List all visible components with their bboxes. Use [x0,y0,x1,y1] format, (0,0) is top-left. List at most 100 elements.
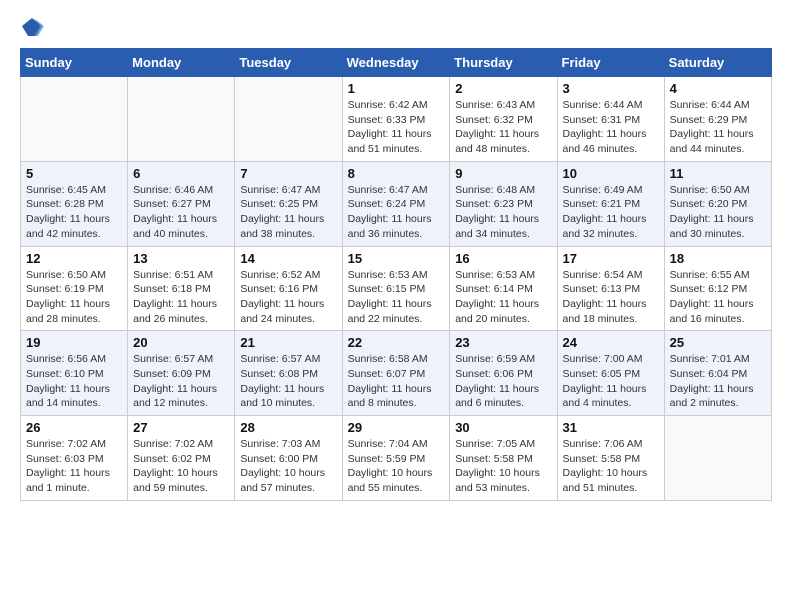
calendar-day-cell: 17 Sunrise: 6:54 AM Sunset: 6:13 PM Dayli… [557,246,664,331]
calendar-day-cell: 8 Sunrise: 6:47 AM Sunset: 6:24 PM Daylig… [342,161,450,246]
day-info: Sunrise: 6:50 AM Sunset: 6:19 PM Dayligh… [26,268,122,327]
day-number: 8 [348,166,445,181]
calendar-week-row: 26 Sunrise: 7:02 AM Sunset: 6:03 PM Dayli… [21,416,772,501]
day-number: 2 [455,81,551,96]
calendar-day-cell: 7 Sunrise: 6:47 AM Sunset: 6:25 PM Daylig… [235,161,342,246]
calendar-day-cell: 25 Sunrise: 7:01 AM Sunset: 6:04 PM Dayli… [664,331,771,416]
calendar-day-cell: 31 Sunrise: 7:06 AM Sunset: 5:58 PM Dayli… [557,416,664,501]
day-number: 21 [240,335,336,350]
day-info: Sunrise: 7:04 AM Sunset: 5:59 PM Dayligh… [348,437,445,496]
day-number: 10 [563,166,659,181]
calendar-day-cell: 16Sunrise: 6:53 AM Sunset: 6:14 PM Dayli… [450,246,557,331]
calendar-day-cell: 30 Sunrise: 7:05 AM Sunset: 5:58 PM Dayli… [450,416,557,501]
day-info: Sunrise: 6:50 AM Sunset: 6:20 PM Dayligh… [670,183,766,242]
day-of-week-header: Sunday [21,49,128,77]
day-info: Sunrise: 6:45 AM Sunset: 6:28 PM Dayligh… [26,183,122,242]
calendar-day-cell [128,77,235,162]
logo [20,16,44,38]
day-info: Sunrise: 6:57 AM Sunset: 6:08 PM Dayligh… [240,352,336,411]
day-number: 17 [563,251,659,266]
calendar-day-cell: 15 Sunrise: 6:53 AM Sunset: 6:15 PM Dayli… [342,246,450,331]
calendar-day-cell: 14 Sunrise: 6:52 AM Sunset: 6:16 PM Dayli… [235,246,342,331]
calendar-week-row: 5 Sunrise: 6:45 AM Sunset: 6:28 PM Daylig… [21,161,772,246]
calendar-header-row: SundayMondayTuesdayWednesdayThursdayFrid… [21,49,772,77]
calendar-day-cell: 9 Sunrise: 6:48 AM Sunset: 6:23 PM Daylig… [450,161,557,246]
day-info: Sunrise: 6:59 AM Sunset: 6:06 PM Dayligh… [455,352,551,411]
day-number: 16 [455,251,551,266]
day-of-week-header: Thursday [450,49,557,77]
day-of-week-header: Tuesday [235,49,342,77]
day-number: 14 [240,251,336,266]
day-info: Sunrise: 6:49 AM Sunset: 6:21 PM Dayligh… [563,183,659,242]
day-info: Sunrise: 6:46 AM Sunset: 6:27 PM Dayligh… [133,183,229,242]
day-info: Sunrise: 6:43 AM Sunset: 6:32 PM Dayligh… [455,98,551,157]
day-number: 22 [348,335,445,350]
calendar-week-row: 1Sunrise: 6:42 AM Sunset: 6:33 PM Daylig… [21,77,772,162]
calendar-week-row: 12Sunrise: 6:50 AM Sunset: 6:19 PM Dayli… [21,246,772,331]
day-number: 4 [670,81,766,96]
calendar-day-cell: 12Sunrise: 6:50 AM Sunset: 6:19 PM Dayli… [21,246,128,331]
day-number: 23 [455,335,551,350]
main-container: SundayMondayTuesdayWednesdayThursdayFrid… [0,0,792,517]
day-of-week-header: Friday [557,49,664,77]
day-info: Sunrise: 6:57 AM Sunset: 6:09 PM Dayligh… [133,352,229,411]
calendar-day-cell [235,77,342,162]
day-number: 19 [26,335,122,350]
day-info: Sunrise: 7:00 AM Sunset: 6:05 PM Dayligh… [563,352,659,411]
calendar-day-cell: 28Sunrise: 7:03 AM Sunset: 6:00 PM Dayli… [235,416,342,501]
day-info: Sunrise: 6:47 AM Sunset: 6:24 PM Dayligh… [348,183,445,242]
day-info: Sunrise: 6:53 AM Sunset: 6:15 PM Dayligh… [348,268,445,327]
calendar-week-row: 19 Sunrise: 6:56 AM Sunset: 6:10 PM Dayli… [21,331,772,416]
calendar-day-cell: 23 Sunrise: 6:59 AM Sunset: 6:06 PM Dayli… [450,331,557,416]
calendar-day-cell: 13 Sunrise: 6:51 AM Sunset: 6:18 PM Dayli… [128,246,235,331]
day-info: Sunrise: 6:42 AM Sunset: 6:33 PM Dayligh… [348,98,445,157]
calendar-day-cell: 18 Sunrise: 6:55 AM Sunset: 6:12 PM Dayli… [664,246,771,331]
day-number: 24 [563,335,659,350]
day-info: Sunrise: 6:47 AM Sunset: 6:25 PM Dayligh… [240,183,336,242]
day-number: 26 [26,420,122,435]
day-info: Sunrise: 7:02 AM Sunset: 6:02 PM Dayligh… [133,437,229,496]
day-info: Sunrise: 7:01 AM Sunset: 6:04 PM Dayligh… [670,352,766,411]
day-number: 25 [670,335,766,350]
day-info: Sunrise: 6:58 AM Sunset: 6:07 PM Dayligh… [348,352,445,411]
calendar-day-cell: 19 Sunrise: 6:56 AM Sunset: 6:10 PM Dayli… [21,331,128,416]
calendar-day-cell: 27Sunrise: 7:02 AM Sunset: 6:02 PM Dayli… [128,416,235,501]
day-info: Sunrise: 6:52 AM Sunset: 6:16 PM Dayligh… [240,268,336,327]
calendar-day-cell: 21 Sunrise: 6:57 AM Sunset: 6:08 PM Dayli… [235,331,342,416]
day-number: 18 [670,251,766,266]
day-number: 9 [455,166,551,181]
calendar-day-cell: 20 Sunrise: 6:57 AM Sunset: 6:09 PM Dayli… [128,331,235,416]
calendar-day-cell: 5 Sunrise: 6:45 AM Sunset: 6:28 PM Daylig… [21,161,128,246]
calendar-day-cell [21,77,128,162]
day-info: Sunrise: 6:51 AM Sunset: 6:18 PM Dayligh… [133,268,229,327]
day-info: Sunrise: 6:56 AM Sunset: 6:10 PM Dayligh… [26,352,122,411]
calendar-day-cell: 1Sunrise: 6:42 AM Sunset: 6:33 PM Daylig… [342,77,450,162]
day-number: 31 [563,420,659,435]
day-number: 20 [133,335,229,350]
calendar-day-cell: 26 Sunrise: 7:02 AM Sunset: 6:03 PM Dayli… [21,416,128,501]
day-info: Sunrise: 7:05 AM Sunset: 5:58 PM Dayligh… [455,437,551,496]
day-number: 13 [133,251,229,266]
calendar-day-cell: 6 Sunrise: 6:46 AM Sunset: 6:27 PM Daylig… [128,161,235,246]
header [20,16,772,38]
day-number: 11 [670,166,766,181]
day-number: 29 [348,420,445,435]
day-number: 5 [26,166,122,181]
calendar-table: SundayMondayTuesdayWednesdayThursdayFrid… [20,48,772,501]
day-info: Sunrise: 6:54 AM Sunset: 6:13 PM Dayligh… [563,268,659,327]
day-number: 7 [240,166,336,181]
day-number: 28 [240,420,336,435]
day-info: Sunrise: 6:48 AM Sunset: 6:23 PM Dayligh… [455,183,551,242]
day-info: Sunrise: 7:02 AM Sunset: 6:03 PM Dayligh… [26,437,122,496]
day-number: 6 [133,166,229,181]
day-info: Sunrise: 6:55 AM Sunset: 6:12 PM Dayligh… [670,268,766,327]
calendar-day-cell: 29 Sunrise: 7:04 AM Sunset: 5:59 PM Dayli… [342,416,450,501]
calendar-day-cell: 24 Sunrise: 7:00 AM Sunset: 6:05 PM Dayli… [557,331,664,416]
day-info: Sunrise: 6:44 AM Sunset: 6:31 PM Dayligh… [563,98,659,157]
calendar-day-cell: 10 Sunrise: 6:49 AM Sunset: 6:21 PM Dayli… [557,161,664,246]
day-of-week-header: Saturday [664,49,771,77]
day-info: Sunrise: 7:06 AM Sunset: 5:58 PM Dayligh… [563,437,659,496]
day-number: 15 [348,251,445,266]
day-of-week-header: Wednesday [342,49,450,77]
day-number: 30 [455,420,551,435]
